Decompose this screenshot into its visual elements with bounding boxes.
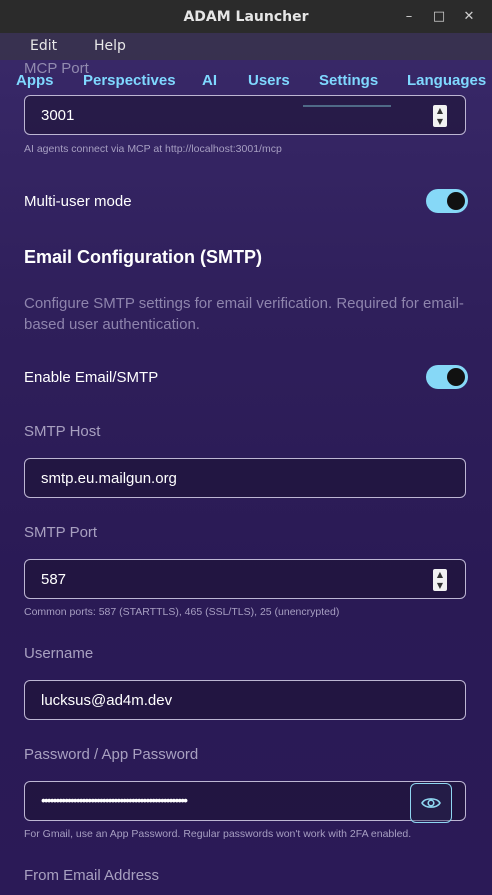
smtp-port-input[interactable]: 587 ▲ ▼ [24, 559, 466, 599]
tab-ai[interactable]: AI [202, 72, 217, 89]
username-input[interactable]: lucksus@ad4m.dev [24, 680, 466, 720]
maximize-icon[interactable]: □ [428, 6, 450, 28]
window-controls: – □ ✕ [398, 0, 480, 33]
email-config-heading: Email Configuration (SMTP) [24, 247, 262, 267]
show-password-button[interactable] [410, 783, 452, 823]
minimize-icon[interactable]: – [398, 6, 420, 28]
window-title: ADAM Launcher [183, 8, 309, 25]
enable-email-label: Enable Email/SMTP [24, 369, 159, 386]
username-label: Username [24, 645, 94, 662]
smtp-host-label: SMTP Host [24, 423, 101, 440]
password-input[interactable]: ••••••••••••••••••••••••••••••••••••••••… [24, 781, 466, 823]
toggle-knob [447, 192, 465, 210]
menu-bar: Edit Help [0, 33, 492, 60]
mcp-port-value: 3001 [41, 107, 75, 124]
smtp-port-stepper[interactable]: ▲ ▼ [433, 569, 447, 591]
tab-settings[interactable]: Settings [319, 72, 378, 89]
mcp-port-input[interactable]: 3001 ▲ ▼ [24, 95, 466, 135]
tab-users[interactable]: Users [248, 72, 290, 89]
app-window: ADAM Launcher – □ ✕ Edit Help MCP Port A… [0, 0, 492, 895]
tab-apps[interactable]: Apps [16, 72, 54, 89]
menu-help[interactable]: Help [94, 38, 126, 54]
password-hint: For Gmail, use an App Password. Regular … [24, 828, 412, 840]
smtp-port-hint: Common ports: 587 (STARTTLS), 465 (SSL/T… [24, 606, 340, 618]
email-config-description: Configure SMTP settings for email verifi… [24, 295, 464, 333]
smtp-host-input[interactable]: smtp.eu.mailgun.org [24, 458, 466, 498]
title-bar: ADAM Launcher – □ ✕ [0, 0, 492, 33]
mcp-port-hint: AI agents connect via MCP at http://loca… [24, 143, 282, 155]
password-label: Password / App Password [24, 746, 199, 763]
smtp-port-label: SMTP Port [24, 524, 98, 541]
tab-perspectives[interactable]: Perspectives [83, 72, 176, 89]
stepper-up-icon[interactable]: ▲ [433, 105, 447, 116]
username-value: lucksus@ad4m.dev [41, 692, 173, 709]
multi-user-toggle[interactable] [426, 189, 468, 213]
multi-user-label: Multi-user mode [24, 193, 132, 210]
mcp-port-stepper[interactable]: ▲ ▼ [433, 105, 447, 127]
smtp-port-value: 587 [41, 571, 67, 588]
eye-icon [421, 798, 441, 808]
stepper-down-icon[interactable]: ▼ [433, 116, 447, 127]
close-icon[interactable]: ✕ [458, 6, 480, 28]
toggle-knob [447, 368, 465, 386]
from-email-label: From Email Address [24, 867, 160, 884]
menu-edit[interactable]: Edit [30, 38, 57, 54]
stepper-up-icon[interactable]: ▲ [433, 569, 447, 580]
smtp-host-value: smtp.eu.mailgun.org [41, 470, 177, 487]
stepper-down-icon[interactable]: ▼ [433, 580, 447, 591]
password-value: ••••••••••••••••••••••••••••••••••••••••… [41, 792, 188, 808]
enable-email-toggle[interactable] [426, 365, 468, 389]
tab-languages[interactable]: Languages [407, 72, 486, 89]
